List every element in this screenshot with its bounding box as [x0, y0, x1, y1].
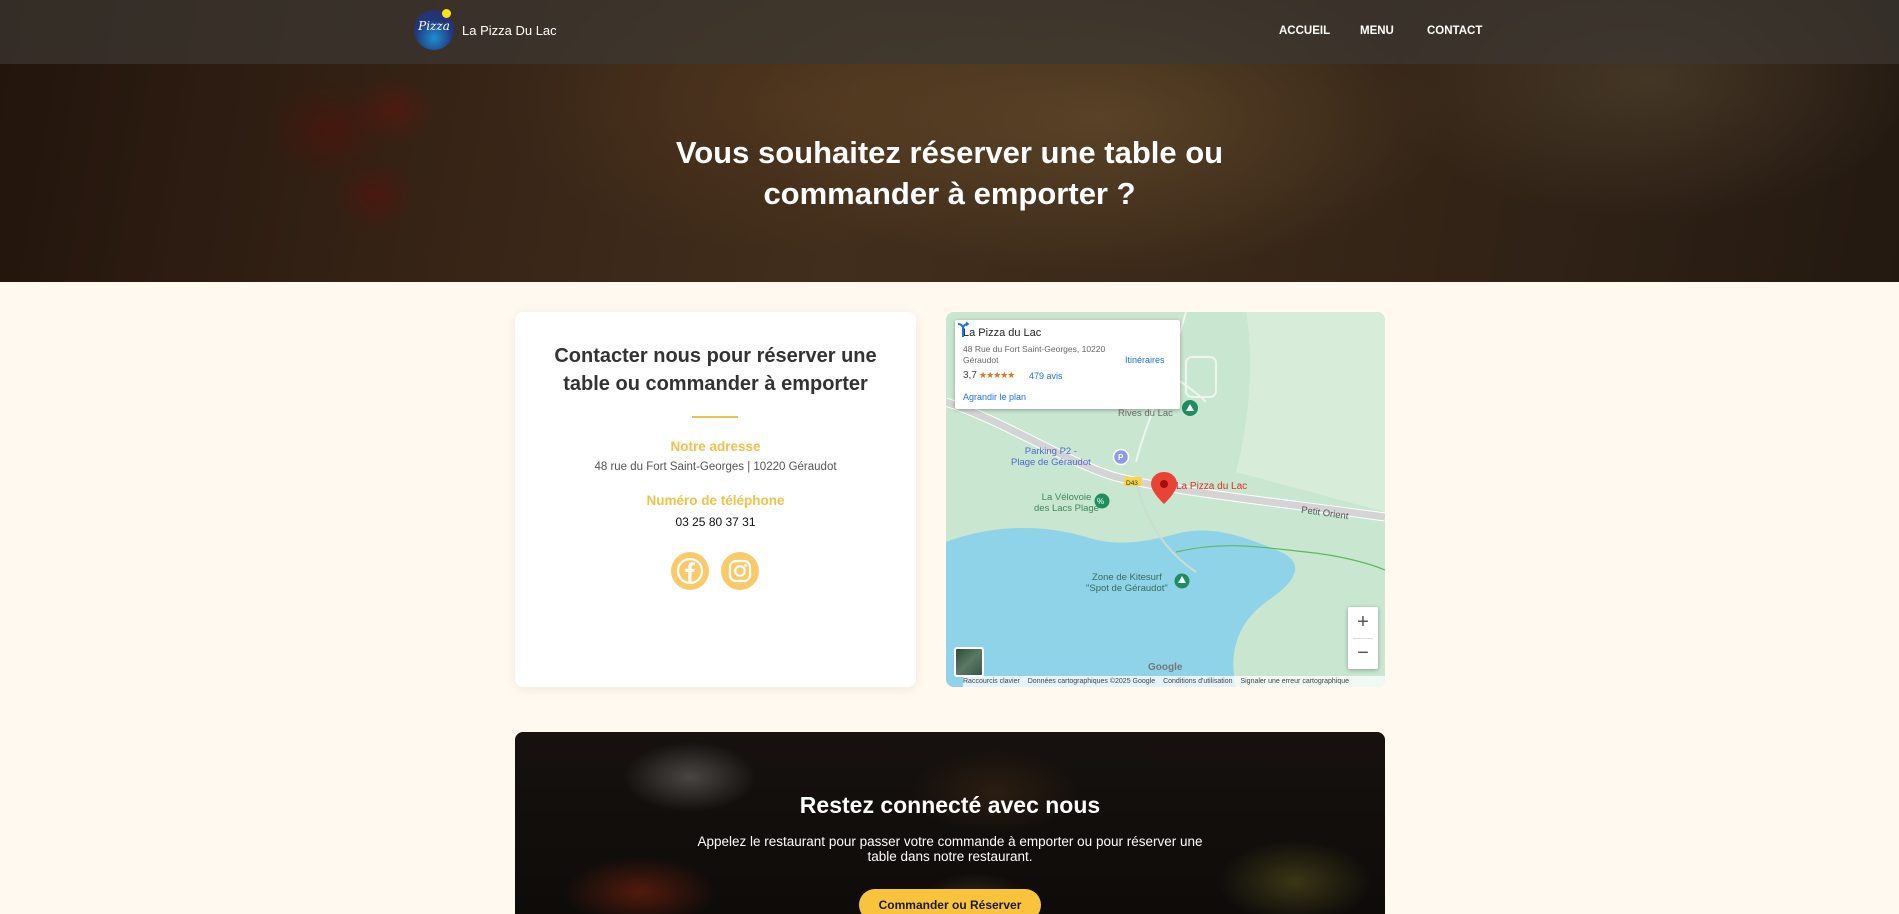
address-label: Notre adresse [670, 439, 761, 454]
banner-title: Restez connecté avec nous [799, 792, 1101, 818]
map-info-reviews-link[interactable]: 479 avis [1029, 371, 1063, 381]
divider [692, 416, 738, 418]
contact-card: Contacter nous pour réserver une table o… [515, 312, 916, 687]
map-parking-icon: P [1118, 453, 1124, 462]
contact-card-title: Contacter nous pour réserver une table o… [515, 342, 916, 398]
connect-banner: Restez connecté avec nous Appelez le res… [515, 732, 1385, 914]
map-zoom-control: + − [1348, 607, 1378, 669]
brand-name[interactable]: La Pizza Du Lac [462, 23, 557, 38]
map-footer-data: Données cartographiques ©2025 Google [1027, 678, 1156, 685]
map-footer-shortcuts[interactable]: Raccourcis clavier [963, 678, 1020, 685]
map-label-velovoie-line1: La Vélovoie [1041, 492, 1092, 503]
map-road-tag: D43 [1126, 480, 1138, 487]
phone-label: Numéro de téléphone [646, 493, 785, 508]
map-label-parking-line1: Parking P2 - [1024, 446, 1078, 457]
map-info-stars: ★★★★★ [979, 370, 1015, 380]
map-label-parking-line2: Plage de Géraudot [1011, 457, 1091, 468]
instagram-icon [728, 559, 752, 583]
facebook-button[interactable] [671, 552, 709, 590]
map-footer: Raccourcis clavier Données cartographiqu… [963, 676, 1385, 687]
order-reserve-button[interactable]: Commander ou Réserver [859, 889, 1041, 914]
facebook-icon [676, 557, 704, 585]
map-footer-report[interactable]: Signaler une erreur cartographique [1240, 678, 1349, 685]
map-label-velovoie[interactable]: La Vélovoie des Lacs Plage [1034, 492, 1099, 514]
map-label-velovoie-line2: des Lacs Plage [1034, 503, 1099, 514]
hero-title-line1: Vous souhaitez réserver une table ou [675, 135, 1224, 170]
directions-link[interactable]: Itinéraires [1125, 355, 1165, 365]
contact-title-line2: table ou commander à emporter [563, 373, 868, 395]
nav-link-accueil[interactable]: ACCUEIL [1279, 25, 1330, 37]
logo-sun-icon [442, 9, 451, 18]
google-logo: Google [1148, 662, 1183, 673]
instagram-button[interactable] [721, 552, 759, 590]
map-footer-terms[interactable]: Conditions d'utilisation [1163, 678, 1232, 685]
map-label-kitesurf[interactable]: Zone de Kitesurf "Spot de Géraudot" [1086, 572, 1168, 594]
map-embed[interactable]: P D43 % Rives du Lac Parking P2 - Plage … [946, 312, 1385, 687]
zoom-out-button[interactable]: − [1348, 638, 1378, 669]
banner-text: Appelez le restaurant pour passer votre … [697, 834, 1203, 864]
zoom-in-button[interactable]: + [1348, 607, 1378, 638]
map-satellite-toggle[interactable] [954, 647, 984, 677]
phone-value[interactable]: 03 25 80 37 31 [515, 515, 916, 529]
directions-icon[interactable] [955, 320, 971, 338]
logo-text: Pizza [418, 19, 450, 33]
hero-title: Vous souhaitez réserver une table ou com… [0, 132, 1899, 214]
map-info-name: La Pizza du Lac [963, 327, 1042, 339]
contact-title-line1: Contacter nous pour réserver une [554, 345, 877, 367]
hero-title-line2: commander à emporter ? [763, 176, 1136, 211]
map-enlarge-link[interactable]: Agrandir le plan [963, 392, 1026, 402]
map-info-window: La Pizza du Lac 48 Rue du Fort Saint-Geo… [955, 320, 1180, 409]
map-label-parking[interactable]: Parking P2 - Plage de Géraudot [1011, 446, 1091, 468]
map-label-pin[interactable]: La Pizza du Lac [1176, 481, 1247, 492]
navbar: Pizza La Pizza Du Lac ACCUEIL MENU CONTA… [0, 0, 1899, 64]
address-value: 48 rue du Fort Saint-Georges | 10220 Gér… [594, 461, 837, 473]
map-label-kitesurf-line1: Zone de Kitesurf [1092, 572, 1162, 583]
map-label-rives[interactable]: Rives du Lac [1118, 408, 1173, 419]
map-info-rating: 3,7 [963, 370, 977, 381]
map-label-kitesurf-line2: "Spot de Géraudot" [1086, 583, 1168, 594]
nav-link-menu[interactable]: MENU [1360, 25, 1394, 37]
map-info-address: 48 Rue du Fort Saint-Georges, 10220 Géra… [963, 344, 1106, 365]
nav-link-contact[interactable]: CONTACT [1427, 25, 1482, 37]
